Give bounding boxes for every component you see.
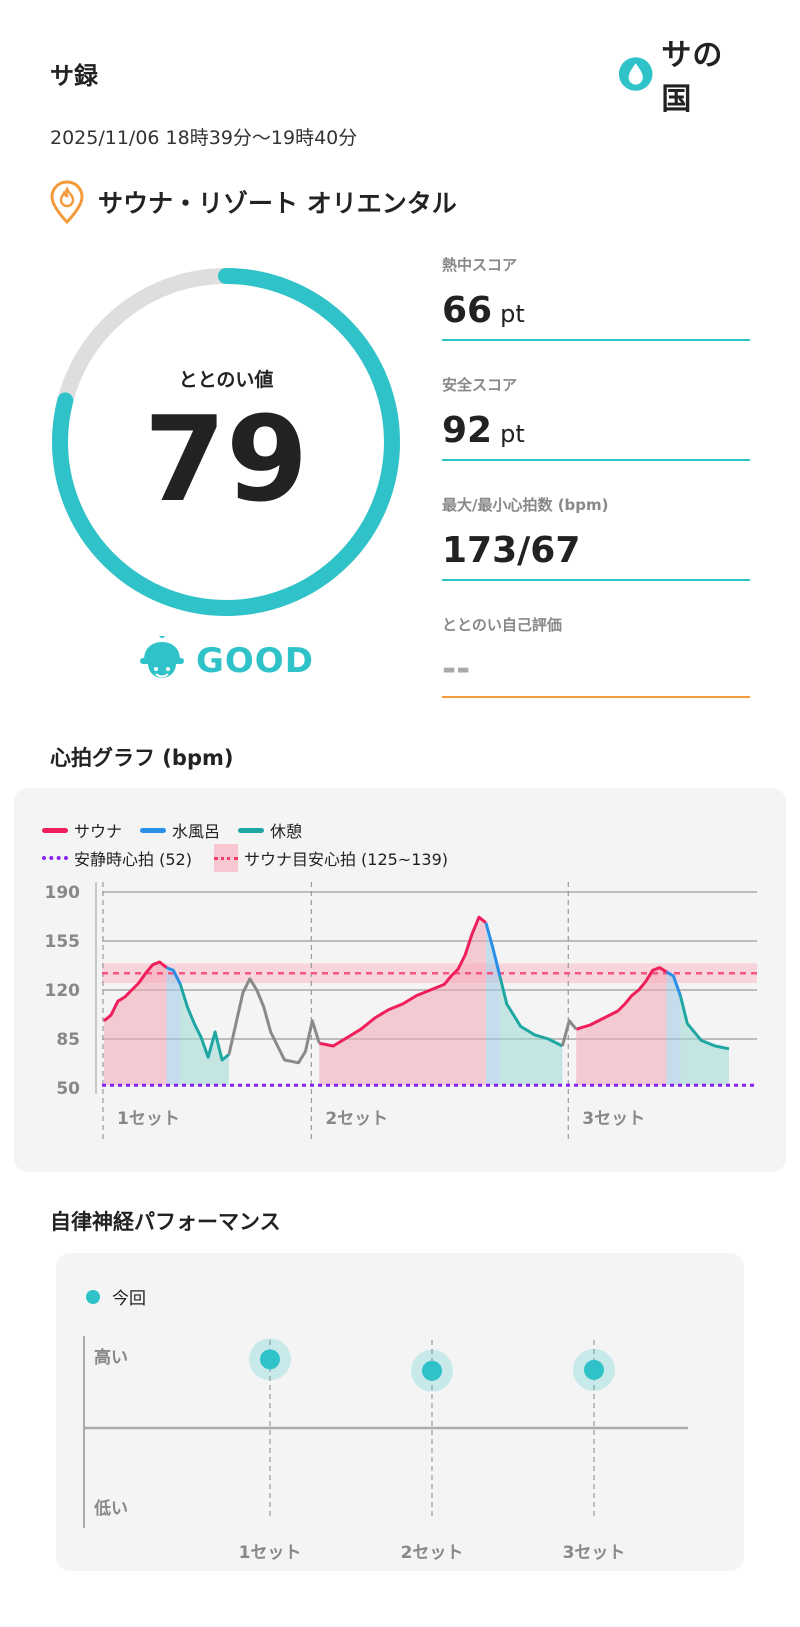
heart-rate-chart: 190 155 120 85 50 1セット 2セット 3セット — [45, 882, 757, 1142]
ans-low-label: 低い — [93, 1498, 128, 1519]
series-line — [560, 1019, 578, 1047]
stat-label: 最大/最小心拍数 (bpm) — [442, 496, 609, 514]
stat-unit: pt — [500, 420, 525, 448]
water-drop-icon — [618, 57, 653, 91]
stat-label: 熱中スコア — [442, 256, 518, 274]
y-tick-label: 190 — [45, 883, 81, 903]
ans-point — [422, 1360, 442, 1381]
logo: サの国 — [618, 38, 748, 117]
sauna-hat-face-icon — [140, 636, 184, 678]
gauge-label: ととのい値 — [178, 369, 274, 391]
ans-point — [260, 1349, 280, 1370]
stat-safety-score: 安全スコア 92 pt — [442, 374, 750, 461]
stat-divider — [442, 696, 750, 699]
gauge-value: 79 — [143, 390, 309, 528]
stat-label: 安全スコア — [442, 376, 518, 394]
ans-set-label: 1セット — [239, 1543, 302, 1563]
ans-legend-label: 今回 — [112, 1289, 146, 1309]
ans-set-label: 2セット — [401, 1543, 464, 1563]
series-area — [180, 984, 229, 1086]
y-tick-label: 155 — [45, 932, 81, 952]
stat-self-evaluation[interactable]: ととのい自己評価 -- — [442, 614, 750, 699]
set-label: 2セット — [325, 1109, 388, 1129]
ans-high-label: 高い — [94, 1347, 128, 1368]
legend-sauna: サウナ — [42, 818, 122, 842]
y-tick-label: 50 — [56, 1079, 80, 1099]
ans-chart: 高い低い 1セット 2セット 3セット — [83, 1336, 688, 1563]
stat-divider — [442, 338, 750, 341]
stat-label: ととのい自己評価 — [442, 616, 562, 634]
facility[interactable]: サウナ・リゾート オリエンタル — [50, 180, 457, 224]
legend-sauna-target: サウナ目安心拍 (125~139) — [213, 844, 448, 872]
ans-point — [584, 1359, 604, 1380]
stat-value: 173/67 — [442, 530, 581, 571]
stat-divider — [442, 578, 750, 581]
legend-rest: 休憩 — [238, 818, 302, 842]
stat-divider — [442, 458, 750, 461]
fire-pin-icon — [50, 180, 84, 224]
rating-text: GOOD — [196, 641, 314, 681]
stat-value: 92 — [442, 410, 493, 451]
session-datetime: 2025/11/06 18時39分〜19時40分 — [50, 127, 358, 149]
legend-resting-hr: 安静時心拍 (52) — [42, 846, 192, 870]
stat-value: -- — [442, 649, 471, 689]
series-area — [319, 917, 486, 1086]
set-label: 1セット — [117, 1109, 180, 1129]
series-area — [166, 967, 181, 1086]
y-tick-label: 120 — [45, 981, 81, 1001]
ans-title: 自律神経パフォーマンス — [50, 1210, 281, 1234]
rating: GOOD — [140, 636, 314, 686]
stat-heart-rate: 最大/最小心拍数 (bpm) 173/67 — [442, 494, 750, 581]
series-line — [227, 977, 321, 1065]
y-tick-label: 85 — [56, 1030, 80, 1050]
series-area — [499, 976, 563, 1086]
ans-set-label: 3セット — [563, 1543, 626, 1563]
facility-name: サウナ・リゾート オリエンタル — [98, 189, 457, 218]
ans-legend: 今回 — [86, 1284, 146, 1309]
heart-graph-legend: サウナ 水風呂 休憩 安静時心拍 (52) サウナ目安心拍 (125~139) — [42, 818, 448, 872]
ans-legend-dot — [86, 1289, 100, 1304]
set-label: 3セット — [582, 1109, 645, 1129]
stat-value: 66 — [442, 290, 493, 331]
stat-unit: pt — [500, 300, 525, 328]
heart-graph-title: 心拍グラフ (bpm) — [50, 746, 234, 770]
legend-cold-bath: 水風呂 — [140, 818, 220, 842]
stat-heat-score: 熱中スコア 66 pt — [442, 254, 750, 341]
app-title: サ録 — [50, 62, 98, 90]
logo-text: サの国 — [661, 38, 724, 117]
